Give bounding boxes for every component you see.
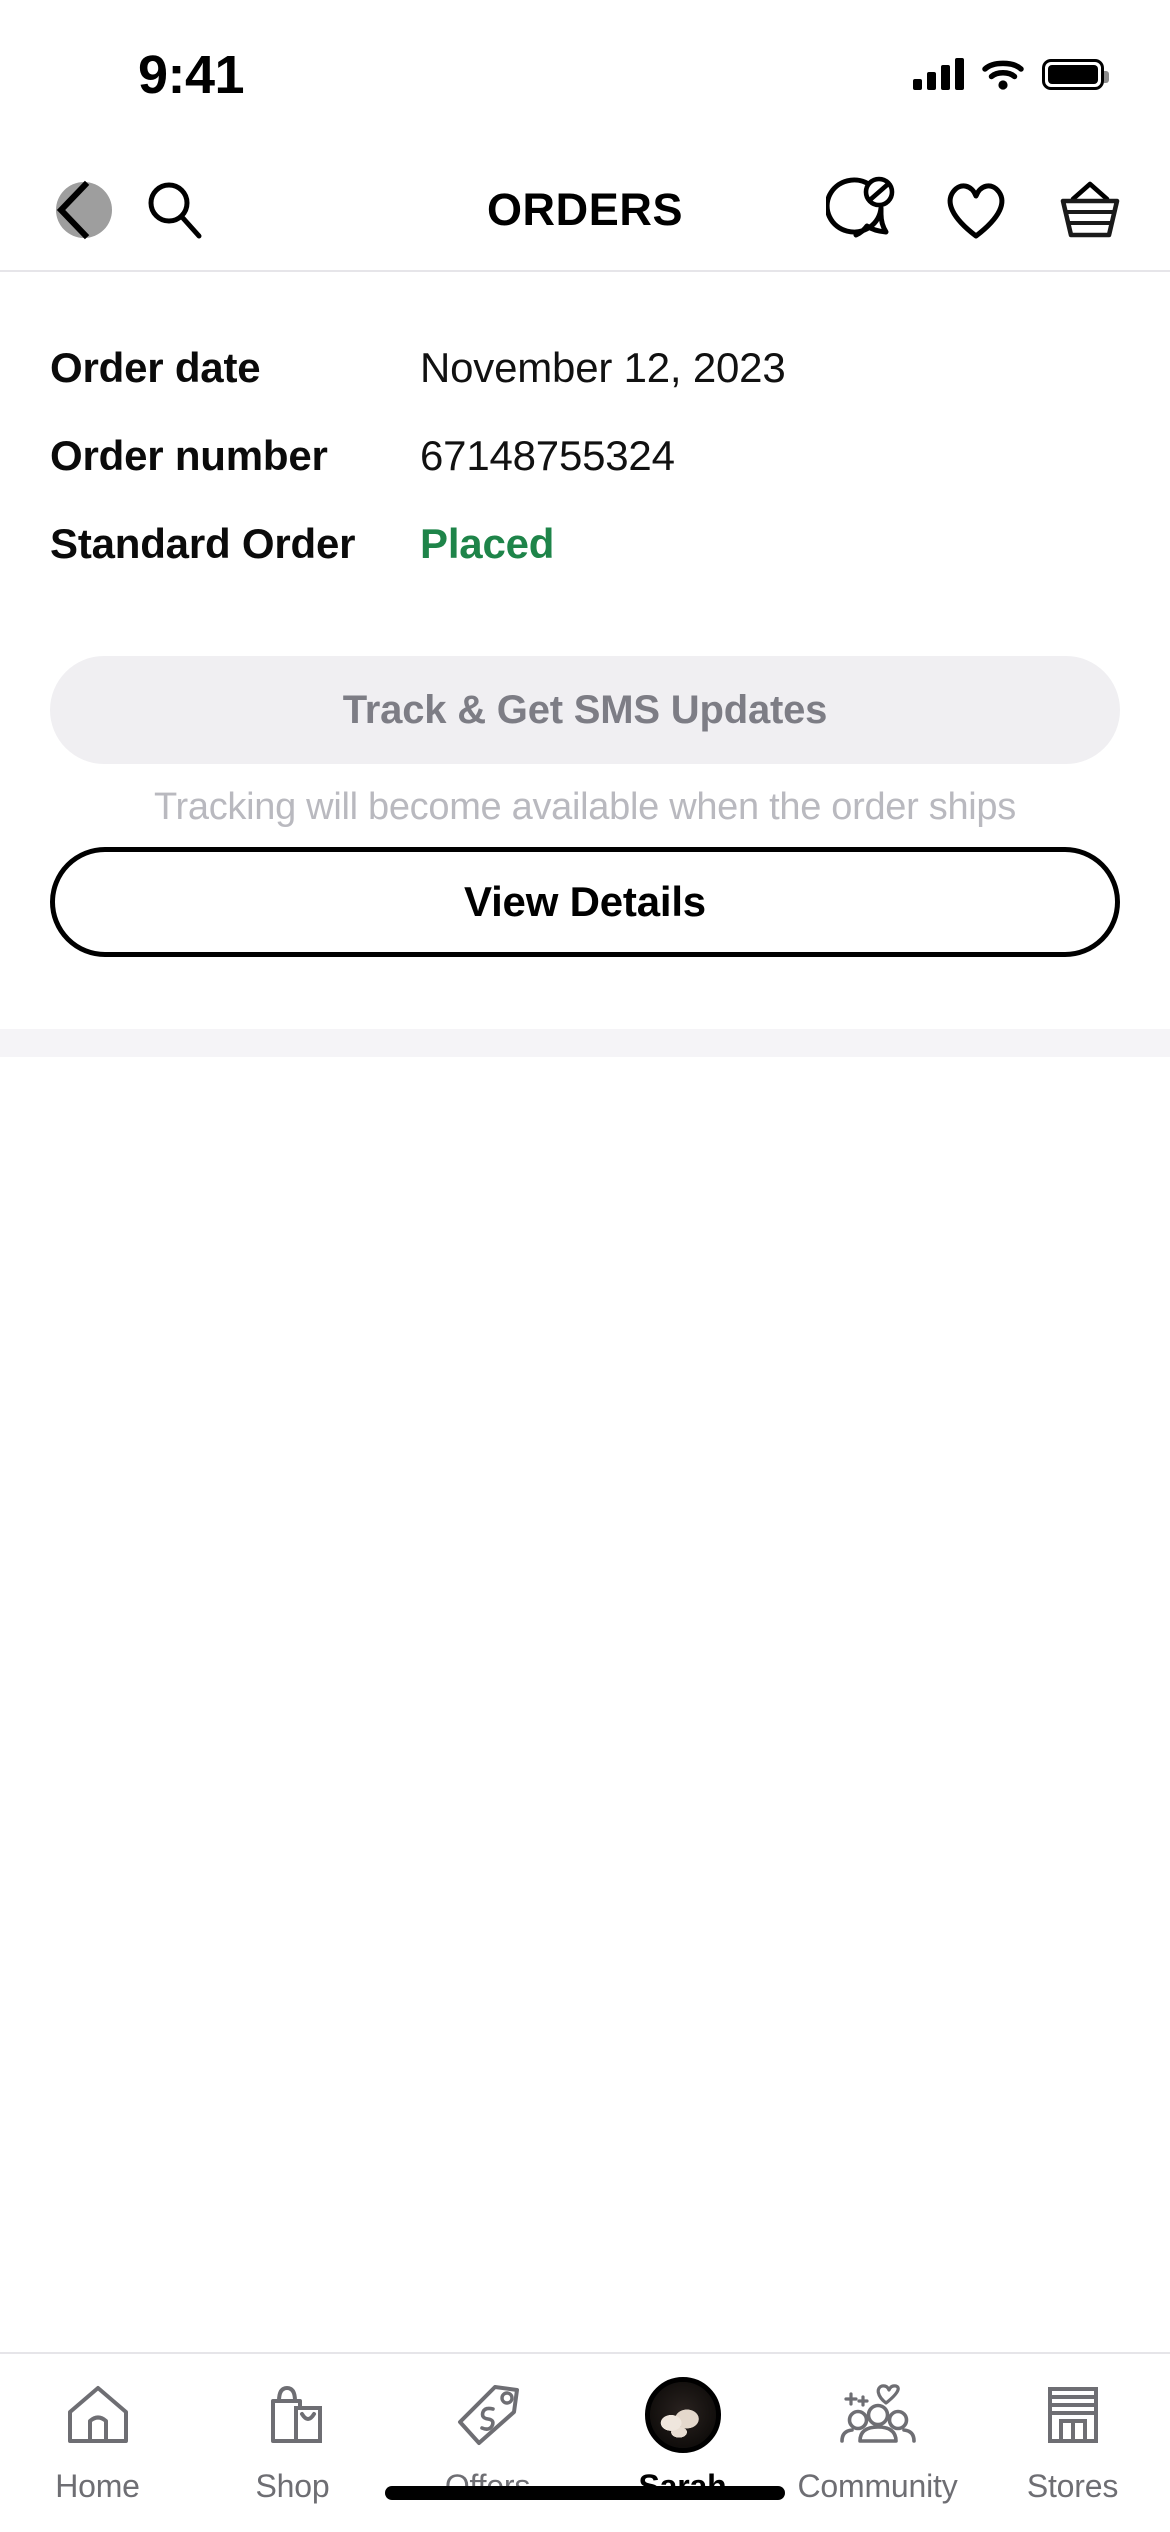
header-right-actions xyxy=(816,164,1136,256)
header-navbar: ORDERS xyxy=(0,150,1170,272)
search-button[interactable] xyxy=(128,164,220,256)
favorites-button[interactable] xyxy=(930,164,1022,256)
back-chevron-icon xyxy=(56,180,90,240)
app-screen: 9:41 ORDERS Order date November 12, 2023… xyxy=(0,0,1170,2532)
order-actions: Track & Get SMS Updates Tracking will be… xyxy=(0,608,1170,957)
order-number-row: Order number 67148755324 xyxy=(50,432,1120,480)
status-badge: Placed xyxy=(420,520,555,567)
wifi-icon xyxy=(982,58,1024,90)
order-date-value: November 12, 2023 xyxy=(420,344,786,391)
chat-bubble-muted-icon xyxy=(826,176,895,238)
tab-shop[interactable]: Shop xyxy=(195,2376,390,2505)
tab-community[interactable]: Community xyxy=(780,2376,975,2505)
tab-stores-label: Stores xyxy=(1026,2468,1119,2504)
order-type-row: Standard Order Placed xyxy=(50,520,1120,568)
avatar xyxy=(644,2376,721,2454)
avatar-icon xyxy=(644,2377,721,2453)
tab-community-label: Community xyxy=(797,2468,958,2504)
back-button[interactable] xyxy=(28,164,120,256)
main-content: Order date November 12, 2023 Order numbe… xyxy=(0,272,1170,2352)
empty-area xyxy=(0,1057,1170,2352)
tab-home[interactable]: Home xyxy=(0,2376,195,2505)
shopping-basket-icon xyxy=(1060,181,1120,238)
tab-stores[interactable]: Stores xyxy=(975,2376,1170,2505)
shopping-bag-icon xyxy=(256,2376,330,2454)
store-building-icon xyxy=(1036,2376,1110,2454)
battery-icon xyxy=(1042,59,1109,90)
search-icon xyxy=(148,182,202,239)
header-left-actions xyxy=(28,164,220,256)
tracking-note: Tracking will become available when the … xyxy=(154,786,1016,828)
section-divider xyxy=(0,1029,1170,1057)
order-number-label: Order number xyxy=(50,432,328,479)
tab-home-label: Home xyxy=(55,2468,140,2504)
messages-button[interactable] xyxy=(816,164,908,256)
order-summary: Order date November 12, 2023 Order numbe… xyxy=(0,272,1170,608)
price-tag-icon xyxy=(451,2376,525,2454)
basket-button[interactable] xyxy=(1044,164,1136,256)
community-people-icon xyxy=(836,2376,920,2454)
status-bar: 9:41 xyxy=(0,0,1170,150)
order-number-value: 67148755324 xyxy=(420,432,675,479)
bottom-tab-bar: Home Shop Offers xyxy=(0,2352,1170,2532)
track-sms-button[interactable]: Track & Get SMS Updates xyxy=(50,656,1120,764)
view-details-button[interactable]: View Details xyxy=(50,847,1120,957)
order-date-label: Order date xyxy=(50,344,261,391)
home-indicator xyxy=(385,2486,785,2500)
avatar-photo xyxy=(649,2382,716,2448)
heart-icon xyxy=(947,183,1005,239)
status-bar-icons xyxy=(913,46,1109,90)
order-type-label: Standard Order xyxy=(50,520,356,567)
cellular-signal-icon xyxy=(913,58,964,90)
tab-shop-label: Shop xyxy=(255,2468,330,2504)
home-icon xyxy=(61,2376,135,2454)
order-date-row: Order date November 12, 2023 xyxy=(50,344,1120,392)
